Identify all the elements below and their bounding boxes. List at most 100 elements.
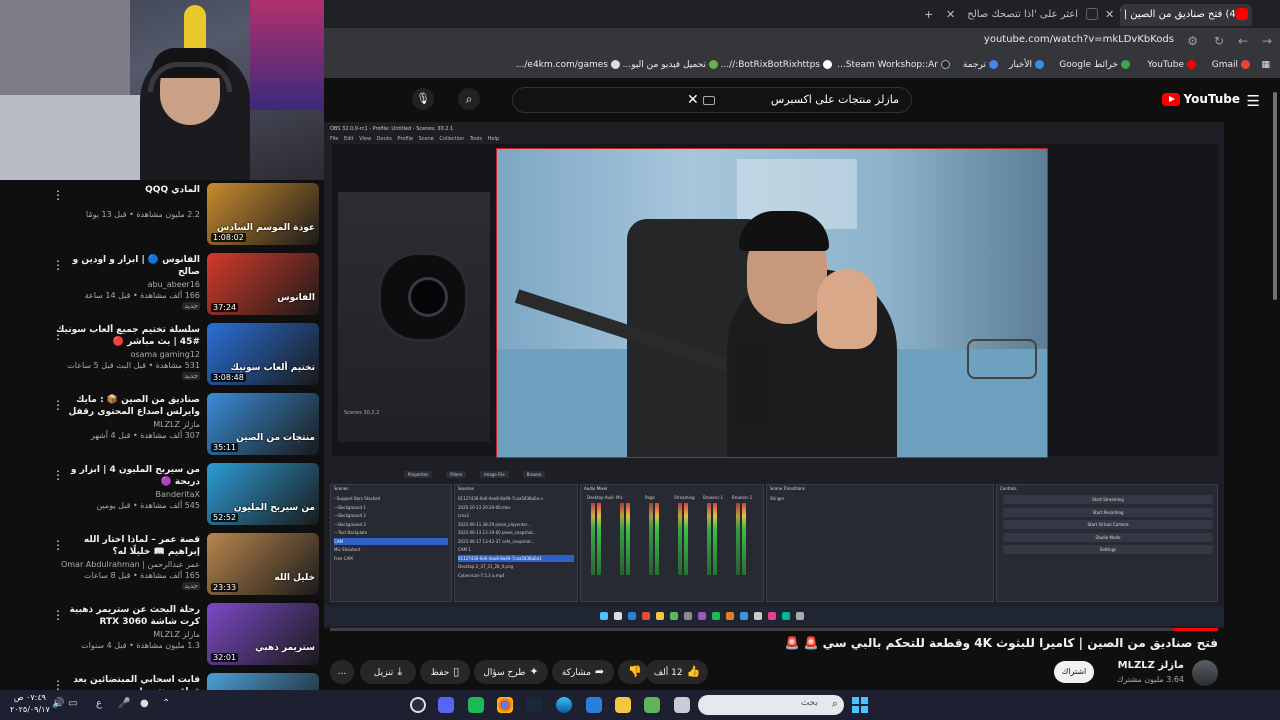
display-icon[interactable]: ▭ <box>68 698 77 709</box>
settings-app-icon[interactable] <box>410 697 426 713</box>
back-arrow-icon[interactable]: → <box>1262 34 1272 48</box>
bookmark-e4km[interactable]: e4km.com/games/... <box>516 60 620 70</box>
recommendation-item[interactable]: فابت اسحابي المبتضائين بعد فراق سنتين !A… <box>0 670 324 690</box>
recommendation-item[interactable]: الفانوس 37:24 الفانوس 🔵 | ابزار و اودين و … <box>0 250 324 320</box>
dock-list-item[interactable]: Mic Shoutout <box>334 546 448 553</box>
dock-list-item[interactable]: 2025-10-13 20-20-00.mkv <box>458 504 574 511</box>
video-thumbnail[interactable]: منتجات من الصين 35:11 <box>207 393 319 455</box>
taskbar-search[interactable]: ⌕ بحث <box>698 695 844 715</box>
volume-meter[interactable] <box>626 503 630 575</box>
youtube-logo[interactable]: YouTube <box>1162 92 1240 106</box>
chevron-up-icon[interactable]: ⌃ <box>162 698 170 709</box>
bookmark-news[interactable]: الأخبار <box>1009 60 1044 70</box>
video-title[interactable]: من سيربح المليون 4 | ابزار و دربحة 🟣 <box>50 464 200 488</box>
channel-name[interactable]: عمر عبدالرحمن | Omar Abdulrahman <box>61 560 200 569</box>
video-thumbnail[interactable]: تختيم ألعاب سونيك 3:08:48 <box>207 323 319 385</box>
url-text[interactable]: youtube.com/watch?v=mkLDvKbKods <box>984 34 1174 45</box>
channel-name[interactable]: مازلز MLZLZ <box>1118 660 1184 671</box>
address-bar[interactable]: → ← ↻ ⚙ youtube.com/watch?v=mkLDvKbKods <box>324 28 1280 56</box>
clock[interactable]: ٠٧:٤٩ ص ٢٠٢٥/٠٩/١٧ <box>10 692 50 716</box>
dock-list-item[interactable]: --Support Bars Stacked <box>334 495 448 502</box>
apps-icon[interactable]: ▦ <box>1261 60 1270 70</box>
video-thumbnail[interactable]: خليل الله 23:33 <box>207 533 319 595</box>
blue-app-icon[interactable] <box>586 697 602 713</box>
reload-icon[interactable]: ↻ <box>1214 34 1224 48</box>
video-title[interactable]: رحلة البحث عن ستريمر ذهبية كرت شاشة RTX … <box>50 604 200 628</box>
obs-tab[interactable]: Filters <box>446 471 467 478</box>
green-app-icon[interactable] <box>468 697 484 713</box>
discord-app-icon[interactable] <box>438 697 454 713</box>
clear-search-icon[interactable]: ✕ <box>687 92 699 108</box>
volume-meter[interactable] <box>678 503 682 575</box>
channel-name[interactable]: مازلز MLZLZ <box>153 630 200 639</box>
save-button[interactable]: ▯حفظ <box>420 660 470 684</box>
dock-list-item[interactable]: Lmx2 <box>458 512 574 519</box>
page-scrollbar[interactable] <box>1272 92 1278 688</box>
channel-name[interactable]: osama gaming12 <box>130 350 200 359</box>
dock-list-item[interactable]: 01127436-0e6-4ae8-8a69-7caa5838a0a1 <box>458 554 574 562</box>
video-thumbnail[interactable]: من سيربح المليون 52:52 <box>207 463 319 525</box>
voice-search-icon[interactable]: 🎙 <box>412 88 434 110</box>
file-explorer-icon[interactable] <box>615 697 631 713</box>
search-icon[interactable]: ⌕ <box>458 88 480 110</box>
obs-control-button[interactable]: Start Virtual Camera <box>1003 520 1213 529</box>
dock-list-item[interactable]: ---Background 2 <box>334 512 448 519</box>
subscribe-button[interactable]: اشتراك <box>1054 661 1094 683</box>
dock-list-item[interactable]: Free CAM <box>334 555 448 562</box>
white-app-icon[interactable] <box>674 697 690 713</box>
channel-name[interactable]: BanderitaX <box>156 490 201 499</box>
edge-app-icon[interactable] <box>556 697 572 713</box>
mic-tray-icon[interactable]: 🎤 <box>118 698 130 709</box>
volume-meter[interactable] <box>655 503 659 575</box>
obs-control-button[interactable]: Settings <box>1003 545 1213 554</box>
video-title[interactable]: فابت اسحابي المبتضائين بعد فراق سنتين ! <box>50 674 200 690</box>
more-options-icon[interactable]: ⋮ <box>52 608 64 622</box>
volume-meter[interactable] <box>649 503 653 575</box>
new-tab-button[interactable]: + <box>924 4 933 26</box>
volume-meter[interactable] <box>591 503 595 575</box>
obs-control-button[interactable]: Start Streaming <box>1003 495 1213 504</box>
volume-meter[interactable] <box>597 503 601 575</box>
ask-button[interactable]: ✦طرح سؤال <box>474 660 548 684</box>
volume-meter[interactable] <box>620 503 624 575</box>
obs-tab[interactable]: Browse <box>522 471 546 478</box>
video-title[interactable]: صناديق من الصين 📦 : مايك وايرلس اصداع ال… <box>50 394 200 418</box>
more-options-icon[interactable]: ⋮ <box>52 398 64 412</box>
video-player[interactable]: OBS 32.0.0-rc1 - Profile: Untitled - Sce… <box>324 122 1224 628</box>
dock-list-item[interactable]: 2025-06-17 13-42-37 cafe_snapshot... <box>458 538 574 545</box>
download-button[interactable]: ⤓تنزيل <box>360 660 416 684</box>
volume-meter[interactable] <box>707 503 711 575</box>
forward-arrow-icon[interactable]: ← <box>1238 34 1248 48</box>
bookmark-maps[interactable]: خرائط Google <box>1059 60 1130 70</box>
chrome-app-icon[interactable] <box>497 697 513 713</box>
video-title[interactable]: قصة عمر – لماذا اختار الله إبراهيم 📖 خلي… <box>50 534 200 558</box>
obs-control-button[interactable]: Studio Mode <box>1003 532 1213 542</box>
video-thumbnail[interactable]: عودة الموسم السادس 1:08:02 <box>207 183 319 245</box>
obs-tab[interactable]: Image File <box>480 471 509 478</box>
volume-meter[interactable] <box>736 503 740 575</box>
progress-bar[interactable] <box>330 628 1218 631</box>
dock-list-item[interactable]: ---Background 3 <box>334 521 448 528</box>
windows-start-icon[interactable] <box>852 697 868 713</box>
dislike-button[interactable]: 👎 <box>618 660 648 684</box>
more-options-icon[interactable]: ⋮ <box>52 188 64 202</box>
language-indicator[interactable]: ع <box>96 698 102 709</box>
dock-list-item[interactable]: CAM 1 <box>458 546 574 553</box>
channel-name[interactable]: abu_abeer16 <box>148 280 200 289</box>
tab-close-icon[interactable]: ✕ <box>1105 4 1114 26</box>
tray-app-icon[interactable]: ● <box>140 698 149 709</box>
obs-control-button[interactable]: Start Recording <box>1003 507 1213 517</box>
channel-avatar[interactable] <box>1192 660 1218 686</box>
channel-name[interactable]: مازلز MLZLZ <box>153 420 200 429</box>
like-button[interactable]: 👍12 ألف <box>646 660 708 684</box>
search-input[interactable]: ✕ مازلز منتجات على اكسبرس <box>512 87 912 113</box>
recommendation-item[interactable]: من سيربح المليون 52:52 من سيربح المليون 4 … <box>0 460 324 530</box>
more-options-icon[interactable]: ⋮ <box>52 678 64 690</box>
tune-icon[interactable]: ⚙ <box>1187 34 1198 48</box>
dock-list-item[interactable]: 2025-06-13 13-19-60 plexe_snapshot... <box>458 529 574 536</box>
transition-select[interactable]: Stinger <box>770 495 784 502</box>
dock-list-item[interactable]: ---Text Backplate <box>334 529 448 536</box>
tab-close-icon[interactable]: ✕ <box>946 4 955 26</box>
video-title[interactable]: سلسلة تختيم جميع ألعاب سونيك #45 | بث مب… <box>50 324 200 348</box>
tab-2[interactable]: اعثر على 'اذا تتصحك صالح طنا... <box>964 4 1084 26</box>
